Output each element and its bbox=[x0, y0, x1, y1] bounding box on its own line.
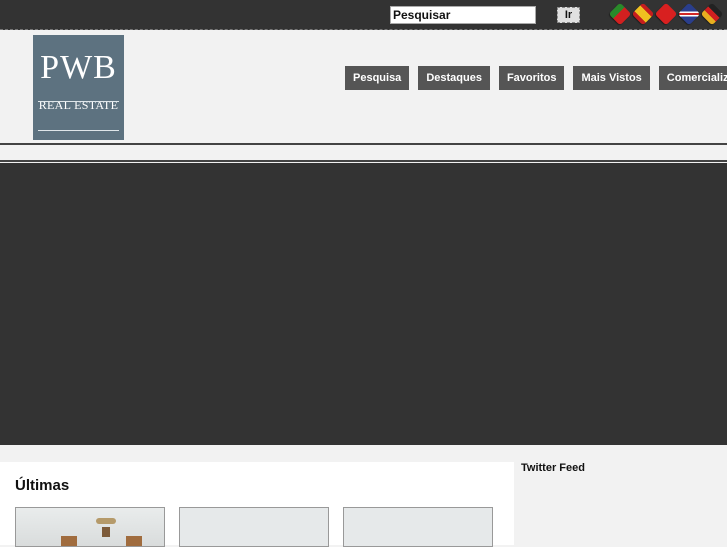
twitter-feed-title: Twitter Feed bbox=[521, 462, 585, 474]
lamp-image bbox=[102, 527, 110, 537]
search-input[interactable]: Pesquisar bbox=[390, 6, 536, 24]
door-image bbox=[126, 536, 142, 546]
flag-spain-icon[interactable] bbox=[631, 2, 655, 26]
main-nav: Pesquisa Destaques Favoritos Mais Vistos… bbox=[345, 66, 727, 90]
nav-pesquisa[interactable]: Pesquisa bbox=[345, 66, 410, 90]
door-image bbox=[61, 536, 77, 546]
flag-uk-icon[interactable] bbox=[677, 2, 701, 26]
lamp-image bbox=[96, 518, 116, 524]
flag-china-icon[interactable] bbox=[654, 2, 678, 26]
nav-comercializar[interactable]: Comercializar bbox=[658, 66, 727, 90]
logo-divider bbox=[38, 130, 119, 131]
property-thumbnail[interactable] bbox=[343, 507, 493, 547]
nav-mais-vistos[interactable]: Mais Vistos bbox=[573, 66, 650, 90]
latest-section: Últimas bbox=[0, 462, 514, 547]
logo-text: PWB bbox=[40, 49, 117, 86]
nav-destaques[interactable]: Destaques bbox=[418, 66, 490, 90]
nav-favoritos[interactable]: Favoritos bbox=[498, 66, 565, 90]
section-title: Últimas bbox=[15, 477, 70, 494]
property-thumbnail[interactable] bbox=[179, 507, 329, 547]
search-go-button[interactable]: Ir bbox=[557, 7, 580, 23]
flag-portugal-icon[interactable] bbox=[608, 2, 632, 26]
flag-germany-icon[interactable] bbox=[700, 2, 724, 26]
language-selector bbox=[608, 2, 724, 26]
logo[interactable]: PWB REAL ESTATE bbox=[33, 35, 124, 140]
logo-divider bbox=[38, 101, 119, 102]
divider bbox=[0, 160, 727, 162]
hero-banner bbox=[0, 163, 727, 445]
site-header: PWB REAL ESTATE Pesquisa Destaques Favor… bbox=[0, 30, 727, 145]
top-bar: Pesquisar Ir bbox=[0, 0, 727, 30]
property-thumbnail[interactable] bbox=[15, 507, 165, 547]
